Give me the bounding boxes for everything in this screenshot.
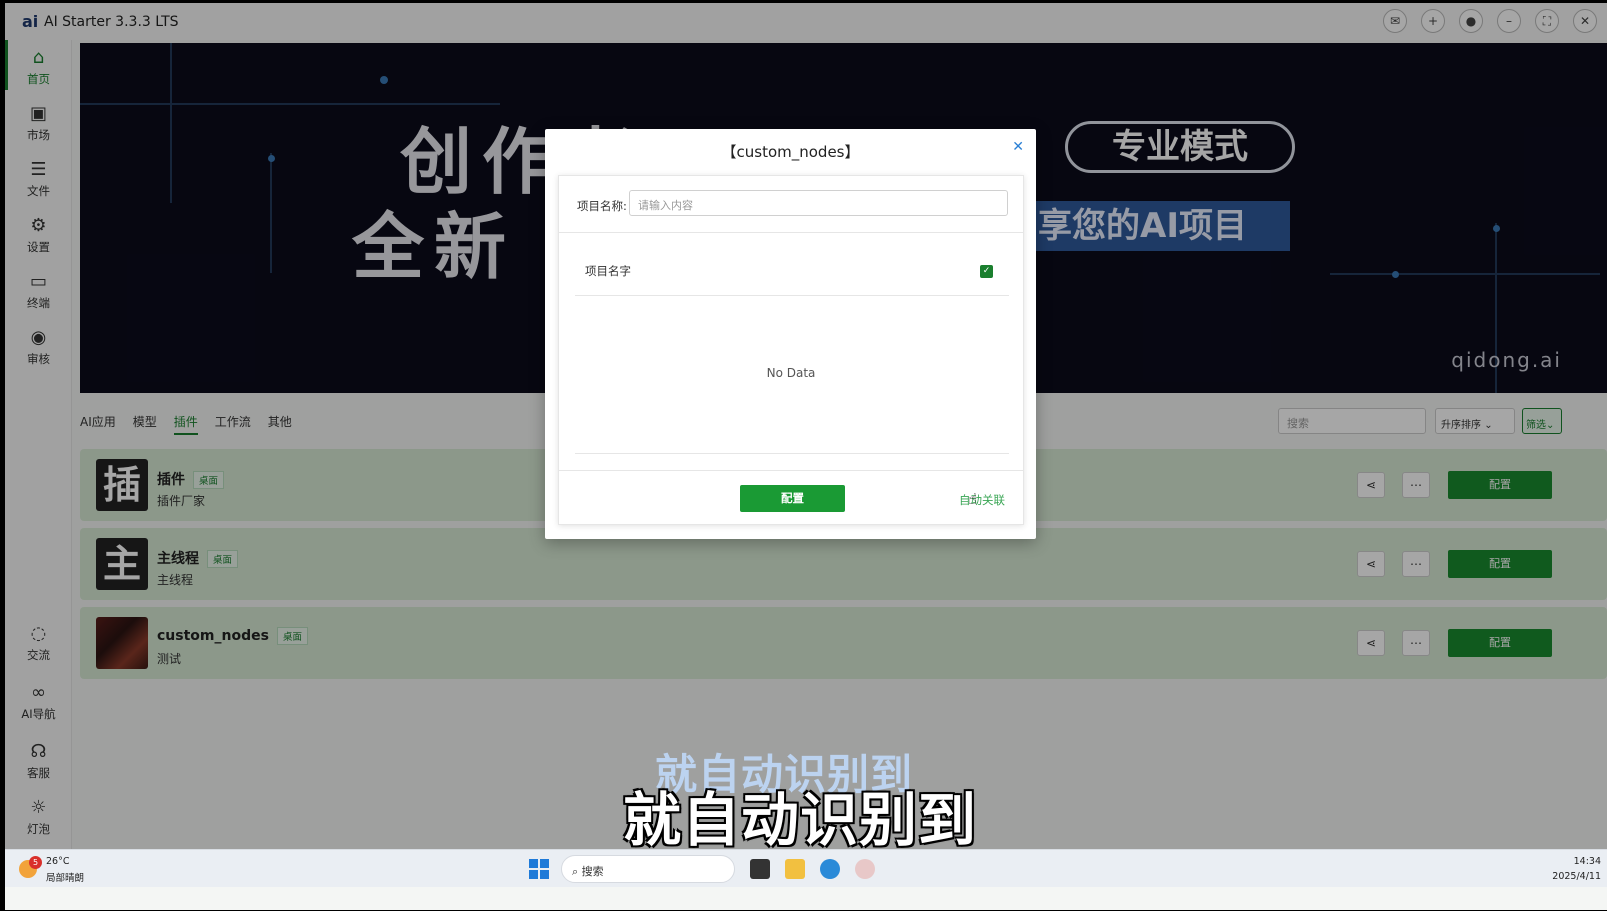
divider xyxy=(575,453,1009,454)
app-window: ai AI Starter 3.3.3 LTS ✉ + ● – ⛶ ✕ ⌂ 首页… xyxy=(5,3,1607,910)
system-tray[interactable]: 14:34 2025/4/11 xyxy=(1552,854,1601,884)
dialog-panel: 项目名称: 请输入内容 项目名字 ✓ No Data 配置 自动关联 xyxy=(558,175,1024,525)
hand-cursor-icon: ☝ xyxy=(968,490,978,508)
notification-badge: 5 xyxy=(29,856,42,869)
taskbar: 5 26°C 局部晴朗 ⌕ 搜索 14:34 2025/4/11 xyxy=(5,849,1607,887)
weather-temp: 26°C xyxy=(46,856,70,867)
dialog-title: 【custom_nodes】 xyxy=(721,143,860,161)
close-icon[interactable]: ✕ xyxy=(1012,139,1024,155)
table-header: 项目名字 ✓ xyxy=(575,236,1009,296)
dialog-configure-button[interactable]: 配置 xyxy=(740,485,845,512)
clock-time: 14:34 xyxy=(1573,856,1601,867)
app-icon[interactable] xyxy=(855,859,875,879)
taskbar-search-label: 搜索 xyxy=(581,865,604,878)
file-explorer-icon[interactable] xyxy=(785,859,805,879)
column-header: 项目名字 xyxy=(585,264,631,278)
config-dialog: 【custom_nodes】 ✕ 项目名称: 请输入内容 项目名字 ✓ No D… xyxy=(545,129,1036,539)
select-all-checkbox[interactable]: ✓ xyxy=(980,265,993,278)
taskbar-search[interactable]: ⌕ 搜索 xyxy=(561,855,735,883)
task-view-icon[interactable] xyxy=(750,859,770,879)
weather-widget[interactable]: 5 26°C 局部晴朗 xyxy=(19,856,99,884)
divider xyxy=(559,470,1023,471)
project-name-label: 项目名称: xyxy=(577,199,627,213)
auto-link-button[interactable]: 自动关联 xyxy=(959,492,1005,508)
divider xyxy=(559,232,1023,233)
project-name-input[interactable]: 请输入内容 xyxy=(629,190,1008,216)
clock-date: 2025/4/11 xyxy=(1552,871,1601,882)
weather-desc: 局部晴朗 xyxy=(46,873,85,884)
search-icon: ⌕ xyxy=(572,865,579,878)
edge-browser-icon[interactable] xyxy=(820,859,840,879)
subtitle-main: 就自动识别到 xyxy=(623,786,978,854)
empty-state: No Data xyxy=(766,366,816,380)
windows-start-icon[interactable] xyxy=(529,859,549,879)
